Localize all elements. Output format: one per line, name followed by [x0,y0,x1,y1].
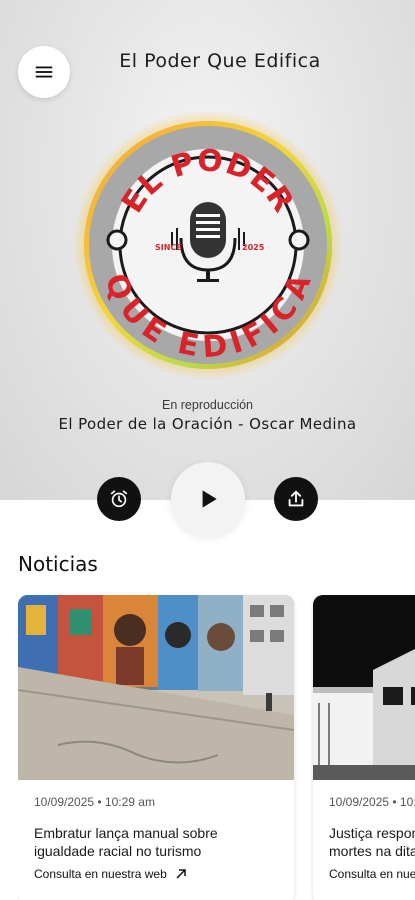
logo-since: SINCE [155,243,182,252]
app-title: El Poder Que Edifica [119,50,321,72]
now-playing-label: En reproducción [161,398,254,412]
news-carousel[interactable]: 10/09/2025 • 10:29 am Embratur lança man… [18,595,415,900]
news-link-label: Consulta en nuestra web [34,867,167,881]
news-link[interactable]: Consulta en nuestra web [34,867,278,881]
news-card[interactable]: 10/09/2025 • 10:29 am Justiça responsabi… [313,595,415,900]
share-icon [288,490,304,507]
now-playing-title: El Poder de la Oración - Oscar Medina [58,415,357,433]
sleep-timer-button[interactable] [97,477,141,521]
news-image-building [313,595,415,780]
news-title: Embratur lança manual sobre igualdade ra… [34,825,218,860]
news-date: 10/09/2025 • 10:29 am [329,795,415,809]
play-icon [202,490,217,508]
play-button[interactable] [171,462,245,536]
news-date: 10/09/2025 • 10:29 am [34,795,155,809]
news-heading: Noticias [18,552,98,576]
share-button[interactable] [274,477,318,521]
logo-year: 2025 [242,243,265,252]
menu-button[interactable] [18,46,70,98]
station-logo: EL PODER QUE EDIFICA SINCE 2025 [73,110,343,380]
news-title: Justiça responsabiliza militares por mor… [329,825,415,860]
news-image-mural [18,595,294,780]
external-link-icon [176,869,186,879]
player-hero: El Poder Que Edifica EL PODER QUE EDIFIC… [0,0,415,536]
alarm-icon [110,490,128,508]
news-link[interactable]: Consulta en nuestra web [329,867,415,881]
news-card[interactable]: 10/09/2025 • 10:29 am Embratur lança man… [18,595,294,900]
news-link-label: Consulta en nuestra web [329,867,415,881]
menu-icon [35,66,53,78]
